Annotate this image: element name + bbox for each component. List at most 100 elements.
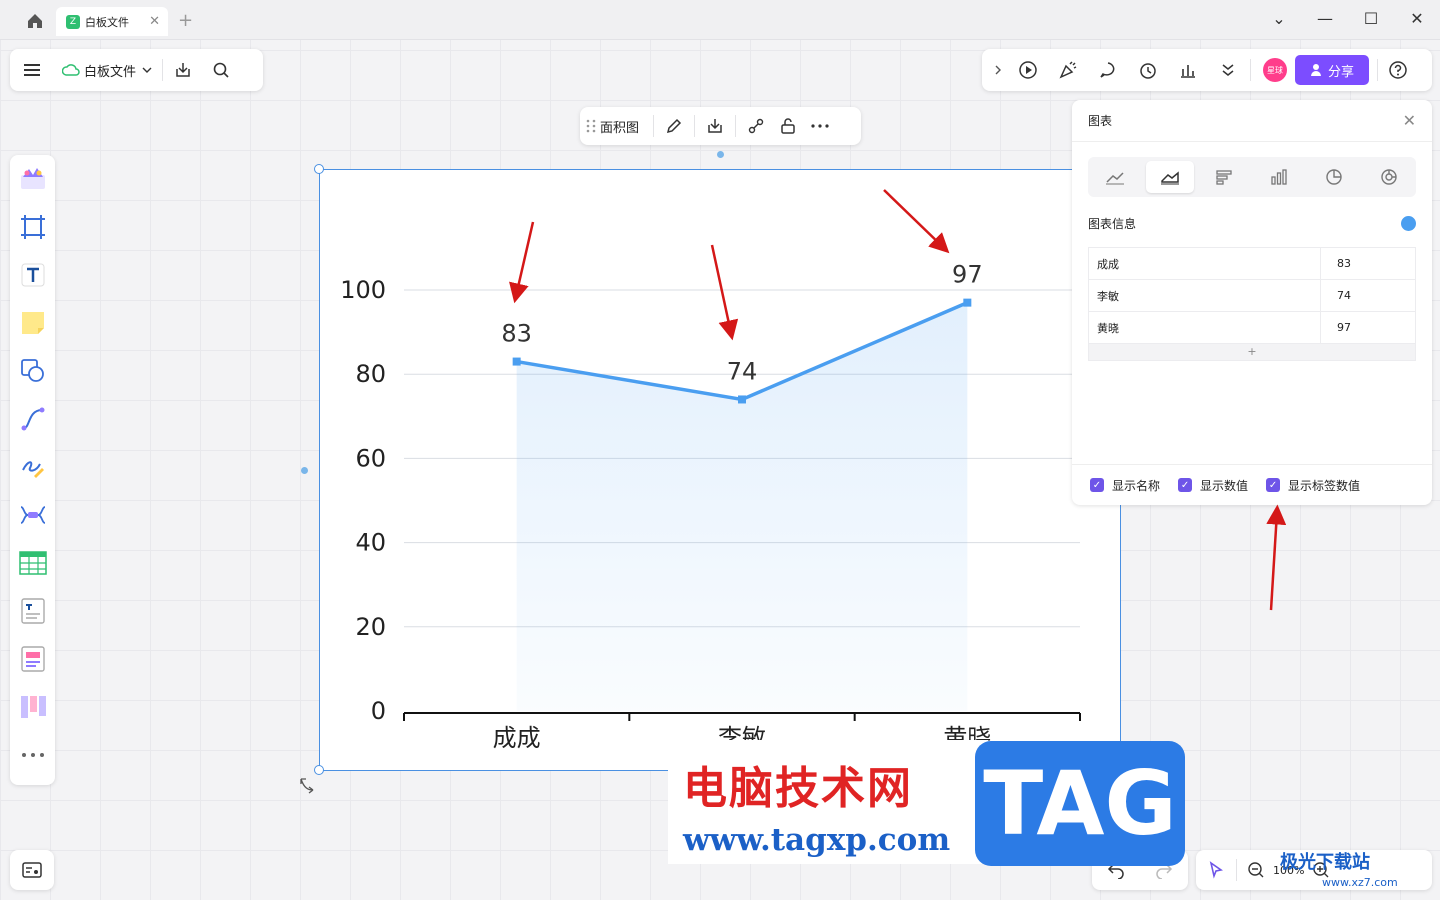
chevron-down-icon (142, 67, 152, 73)
option-label: 显示数值 (1200, 478, 1249, 493)
add-row-button[interactable]: + (1089, 344, 1415, 360)
y-tick-label: 20 (355, 613, 386, 641)
divider (1250, 59, 1251, 81)
connect-point-top[interactable] (717, 151, 724, 158)
row-name-cell[interactable]: 李敏 (1089, 280, 1321, 311)
file-name-menu[interactable]: 白板文件 (62, 61, 152, 80)
close-window-icon[interactable]: ✕ (1406, 9, 1428, 31)
option-label: 显示名称 (1112, 478, 1161, 493)
table-icon[interactable] (15, 545, 51, 581)
show-name-option[interactable]: ✓ 显示名称 (1090, 477, 1160, 494)
top-right-toolbar: 星球 分享 (982, 49, 1432, 91)
download-icon[interactable] (699, 110, 731, 142)
chevron-right-icon[interactable] (988, 54, 1008, 86)
chart-type-label[interactable]: 面积图 (600, 117, 639, 136)
kanban-icon[interactable] (15, 689, 51, 725)
row-name-cell[interactable]: 黄晓 (1089, 312, 1321, 343)
maximize-icon[interactable]: ☐ (1360, 9, 1382, 31)
minimize-icon[interactable]: — (1314, 9, 1336, 31)
download-icon[interactable] (167, 54, 199, 86)
drag-handle-icon[interactable] (586, 118, 596, 134)
row-name-cell[interactable]: 成成 (1089, 248, 1321, 279)
chart-settings-panel: 图表 ✕ 图表信息 成成 83 李敏 74 黄晓 97 + ✓ 显示名称 ✓ 显… (1072, 100, 1432, 505)
annotation-arrow (1266, 504, 1287, 611)
x-tick-label: 成成 (493, 724, 541, 752)
avatar[interactable]: 星球 (1263, 58, 1287, 82)
checkbox-checked-icon[interactable]: ✓ (1266, 478, 1281, 492)
text-icon[interactable] (15, 257, 51, 293)
chevron-down-icon[interactable]: ⌄ (1268, 9, 1290, 31)
donut-chart-icon[interactable] (1365, 161, 1413, 193)
row-value-cell[interactable]: 83 (1321, 257, 1351, 270)
rotate-icon[interactable] (298, 776, 316, 794)
show-value-option[interactable]: ✓ 显示数值 (1178, 477, 1248, 494)
tab-close-icon[interactable]: ✕ (149, 14, 160, 29)
collapse-icon[interactable] (1401, 216, 1416, 231)
link-icon[interactable] (740, 110, 772, 142)
bar-chart-icon[interactable] (1201, 161, 1249, 193)
timer-icon[interactable] (1132, 54, 1164, 86)
menu-icon[interactable] (16, 54, 48, 86)
document-tab[interactable]: Z 白板文件 ✕ (56, 7, 168, 36)
title-bar: Z 白板文件 ✕ + ⌄ — ☐ ✕ (0, 0, 1440, 40)
cloud-icon (62, 64, 80, 76)
area-chart-icon[interactable] (1145, 161, 1194, 193)
y-tick-label: 80 (355, 360, 386, 388)
area-chart[interactable]: 0 20 40 60 80 100 83 74 97 成成 李敏 黄晓 (319, 169, 1121, 771)
sticky-note-icon[interactable] (15, 305, 51, 341)
watermark-tag-logo: TAG (975, 741, 1185, 866)
pie-chart-icon[interactable] (1310, 161, 1358, 193)
home-icon[interactable] (24, 10, 46, 32)
template-icon[interactable] (15, 161, 51, 197)
y-tick-label: 60 (355, 444, 386, 472)
watermark-right-logo: 极光下载站 (1280, 852, 1370, 873)
file-name: 白板文件 (84, 64, 137, 80)
card-icon[interactable] (15, 641, 51, 677)
document-icon[interactable] (15, 593, 51, 629)
chart-float-toolbar: 面积图 (580, 107, 861, 145)
map-icon (22, 862, 42, 878)
pen-icon[interactable] (15, 449, 51, 485)
data-label: 83 (501, 320, 532, 348)
divider (653, 115, 655, 137)
vote-icon[interactable] (1172, 54, 1204, 86)
resize-handle-top-left[interactable] (314, 164, 324, 174)
frame-icon[interactable] (15, 209, 51, 245)
new-tab-icon[interactable]: + (178, 10, 193, 31)
shape-icon[interactable] (15, 353, 51, 389)
column-chart-icon[interactable] (1255, 161, 1303, 193)
share-button[interactable]: 分享 (1295, 55, 1369, 85)
select-cursor-icon[interactable] (1206, 860, 1226, 880)
zoom-out-icon[interactable] (1247, 861, 1265, 879)
connector-icon[interactable] (15, 401, 51, 437)
data-point (512, 357, 521, 366)
lock-icon[interactable] (772, 110, 804, 142)
more-icon[interactable] (804, 110, 836, 142)
search-icon[interactable] (205, 54, 237, 86)
expand-more-icon[interactable] (1212, 54, 1244, 86)
connect-point-left[interactable] (301, 467, 308, 474)
celebrate-icon[interactable] (1052, 54, 1084, 86)
app-logo-icon: Z (66, 14, 80, 29)
line-chart-icon[interactable] (1091, 161, 1139, 193)
chart-info-header[interactable]: 图表信息 (1088, 215, 1416, 232)
data-point (738, 395, 746, 404)
comment-icon[interactable] (1092, 54, 1124, 86)
checkbox-checked-icon[interactable]: ✓ (1178, 478, 1193, 492)
more-tools-icon[interactable] (15, 737, 51, 773)
minimap-button[interactable] (10, 850, 54, 890)
option-label: 显示标签数值 (1288, 478, 1361, 493)
chart-canvas: 020406080100837497成成 李敏 黄晓 (340, 261, 1081, 752)
watermark-title: 电脑技术网 (683, 763, 913, 814)
edit-icon[interactable] (658, 110, 690, 142)
tab-title: 白板文件 (85, 15, 129, 29)
resize-handle-bottom-left[interactable] (314, 765, 324, 775)
play-icon[interactable] (1012, 54, 1044, 86)
checkbox-checked-icon[interactable]: ✓ (1090, 478, 1104, 492)
help-icon[interactable] (1382, 54, 1414, 86)
mindmap-icon[interactable] (15, 497, 51, 533)
row-value-cell[interactable]: 74 (1321, 289, 1351, 302)
show-label-value-option[interactable]: ✓ 显示标签数值 (1266, 477, 1360, 494)
row-value-cell[interactable]: 97 (1321, 321, 1351, 334)
close-icon[interactable]: ✕ (1403, 111, 1416, 130)
